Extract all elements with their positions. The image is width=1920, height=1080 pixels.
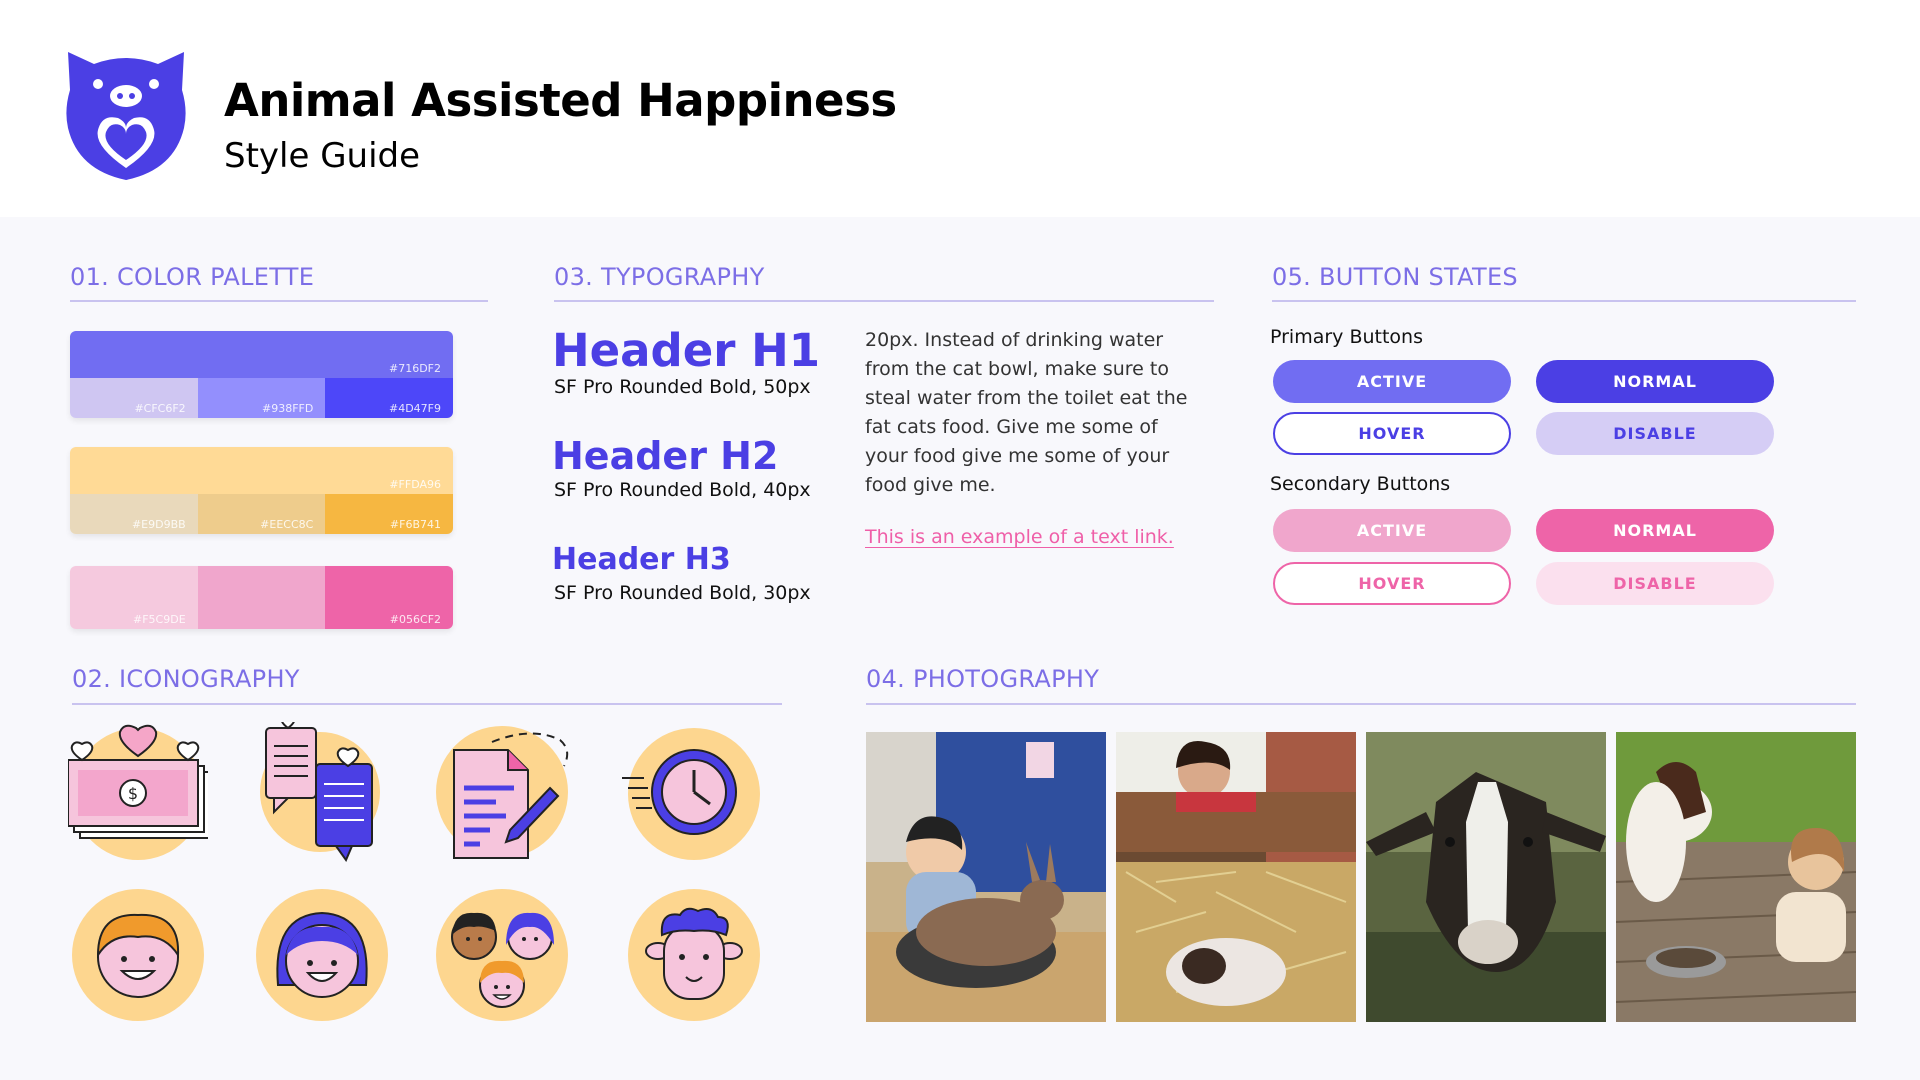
secondary-hover-button[interactable]: HOVER — [1273, 562, 1511, 605]
purple-palette: #716DF2 #CFC6F2 #938FFD #4D47F9 — [70, 331, 453, 418]
dog-and-child-photo — [1616, 732, 1856, 1022]
primary-normal-button[interactable]: NORMAL — [1536, 360, 1774, 403]
header-h2-sample: Header H2 — [552, 434, 779, 478]
swatch-pink-dark: #056CF2 — [325, 566, 453, 629]
secondary-normal-button[interactable]: NORMAL — [1536, 509, 1774, 552]
swatch-purple-light: #CFC6F2 — [70, 378, 198, 418]
primary-active-button[interactable]: ACTIVE — [1273, 360, 1511, 403]
divider — [866, 703, 1856, 705]
secondary-active-button[interactable]: ACTIVE — [1273, 509, 1511, 552]
swatch-label: #CFC6F2 — [134, 402, 186, 415]
swatch-label: #EECC8C — [260, 518, 314, 531]
swatch-label: #F6B741 — [389, 518, 442, 531]
page-header: Animal Assisted Happiness Style Guide — [0, 0, 1920, 217]
header-h1-sample: Header H1 — [552, 324, 821, 377]
swatch-label: #056CF2 — [389, 613, 442, 626]
pig-heart-logo-icon — [64, 50, 188, 182]
header-h1-description: SF Pro Rounded Bold, 50px — [554, 376, 811, 398]
header-h3-sample: Header H3 — [552, 542, 731, 577]
swatch-label: #938FFD — [262, 402, 314, 415]
divider — [1272, 300, 1856, 302]
swatch-yellow-main: #FFDA96 — [70, 447, 453, 494]
yellow-palette: #FFDA96 #E9D9BB #EECC8C #F6B741 — [70, 447, 453, 534]
girl-with-guinea-pig-photo — [1116, 732, 1356, 1022]
document-pen-icon — [432, 722, 572, 862]
girl-face-icon — [252, 885, 392, 1025]
sheep-face-icon — [622, 885, 762, 1025]
primary-disable-button[interactable]: DISABLE — [1536, 412, 1774, 455]
primary-hover-button[interactable]: HOVER — [1273, 412, 1511, 455]
section-title-color-palette: 01. COLOR PALETTE — [70, 263, 315, 291]
header-h2-description: SF Pro Rounded Bold, 40px — [554, 479, 811, 501]
section-title-iconography: 02. ICONOGRAPHY — [72, 665, 300, 693]
swatch-pink-light: #F5C9DE — [70, 566, 198, 629]
boy-with-rabbit-photo — [866, 732, 1106, 1022]
swatch-pink-mid — [197, 566, 326, 629]
svg-text:$: $ — [128, 784, 138, 803]
primary-buttons-label: Primary Buttons — [1270, 326, 1424, 348]
fast-clock-icon — [622, 722, 762, 862]
section-title-button-states: 05. BUTTON STATES — [1272, 263, 1518, 291]
swatch-yellow-light: #E9D9BB — [70, 494, 198, 534]
pink-palette: #F5C9DE #056CF2 — [70, 566, 453, 629]
body-text-sample: 20px. Instead of drinking water from the… — [865, 329, 1188, 496]
swatch-yellow-dark: #F6B741 — [325, 494, 453, 534]
swatch-label: #716DF2 — [388, 362, 441, 375]
brand-subtitle: Style Guide — [224, 136, 421, 176]
divider — [72, 703, 782, 705]
chat-bubbles-icon — [252, 722, 392, 862]
secondary-buttons-label: Secondary Buttons — [1270, 473, 1451, 495]
section-title-typography: 03. TYPOGRAPHY — [554, 263, 765, 291]
money-hearts-icon: $ — [68, 722, 208, 862]
swatch-label: #E9D9BB — [131, 518, 186, 531]
swatch-purple-dark: #4D47F9 — [325, 378, 453, 418]
swatch-label: #F5C9DE — [133, 613, 186, 626]
divider — [70, 300, 488, 302]
brand-title: Animal Assisted Happiness — [224, 74, 897, 127]
boy-face-icon — [68, 885, 208, 1025]
divider — [554, 300, 1214, 302]
header-h3-description: SF Pro Rounded Bold, 30px — [554, 582, 811, 604]
text-link-sample[interactable]: This is an example of a text link. — [865, 526, 1174, 548]
swatch-yellow-mid: #EECC8C — [197, 494, 326, 534]
group-faces-icon — [432, 885, 572, 1025]
goat-photo — [1366, 732, 1606, 1022]
secondary-disable-button[interactable]: DISABLE — [1536, 562, 1774, 605]
swatch-label: #FFDA96 — [389, 478, 441, 491]
section-title-photography: 04. PHOTOGRAPHY — [866, 665, 1100, 693]
swatch-purple-mid: #938FFD — [197, 378, 326, 418]
swatch-label: #4D47F9 — [389, 402, 442, 415]
swatch-purple-main: #716DF2 — [70, 331, 453, 378]
